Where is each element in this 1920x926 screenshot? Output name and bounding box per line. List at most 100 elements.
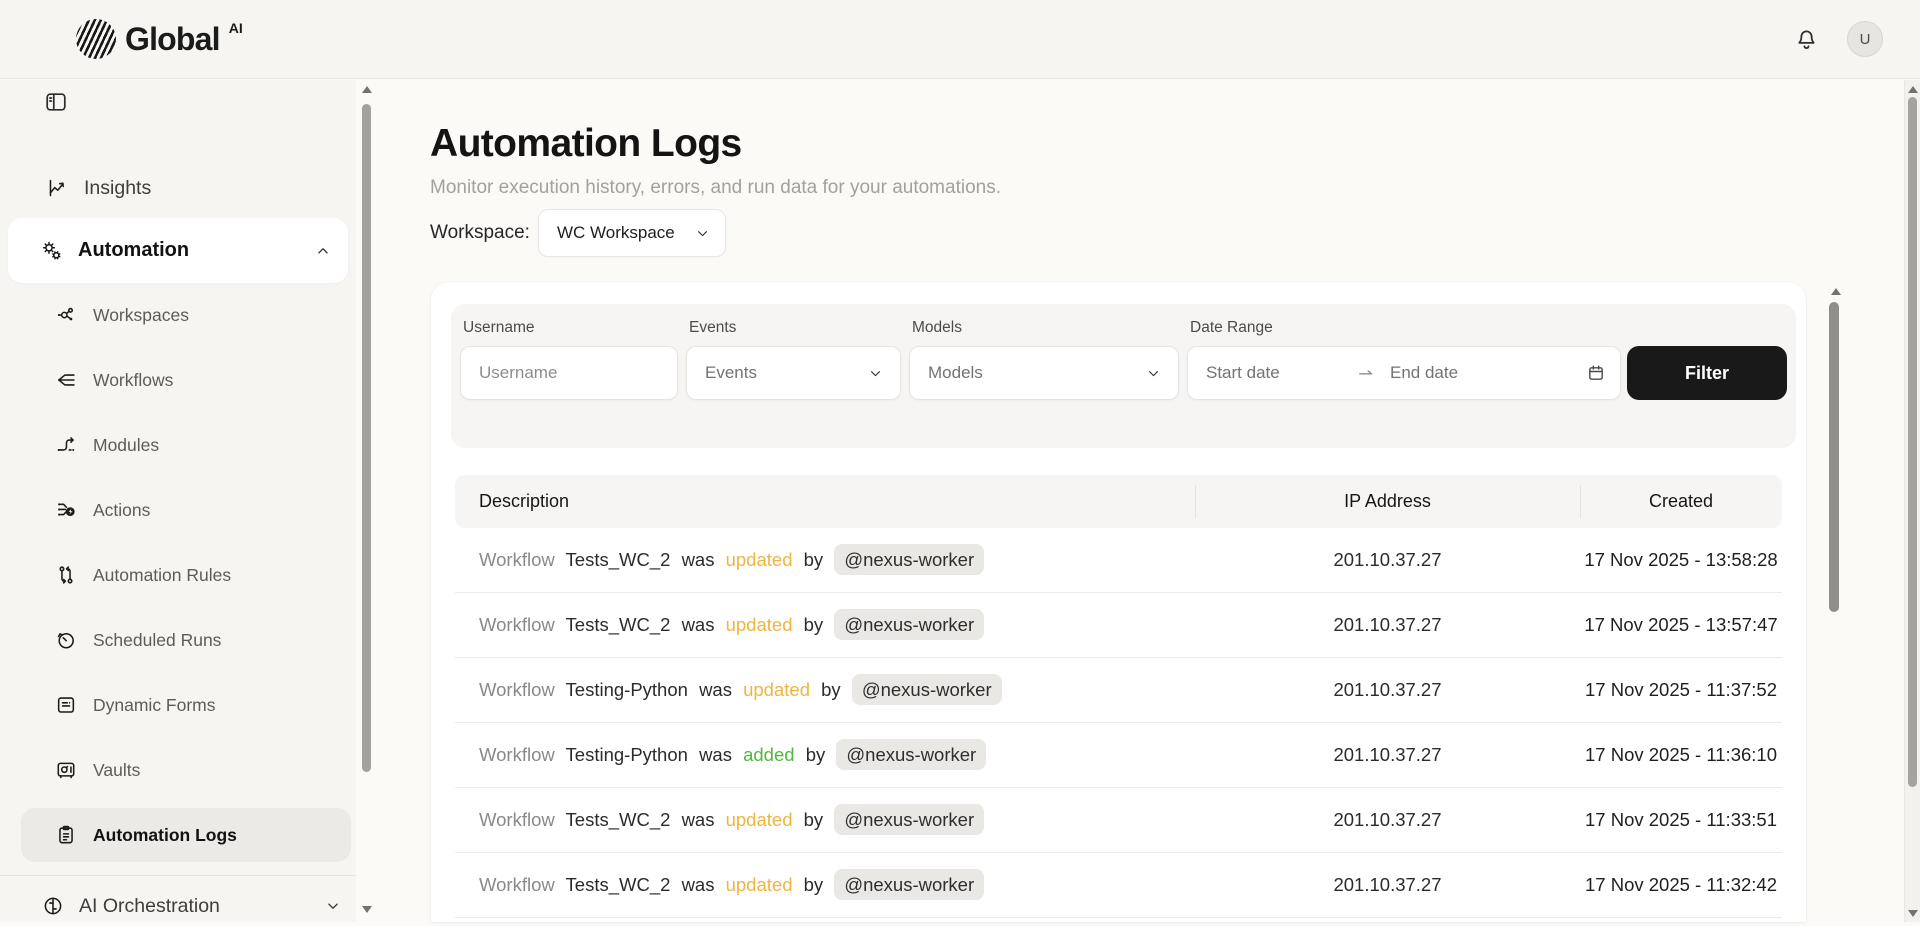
action-label: updated	[726, 809, 793, 830]
models-label: Models	[912, 319, 962, 337]
scroll-up-arrow-icon[interactable]	[362, 86, 372, 93]
log-description: Workflow Testing-Python was updated by @…	[455, 679, 1195, 701]
sidebar-item-label: Automation	[78, 239, 300, 262]
actor-badge: @nexus-worker	[834, 609, 984, 640]
log-description: Workflow Testing-Python was added by @ne…	[455, 744, 1195, 766]
table-row[interactable]: Workflow Tests_WC_2 was updated by @nexu…	[455, 593, 1782, 658]
models-select[interactable]: Models	[909, 346, 1179, 400]
logs-card: Username Events Models Date Range Events…	[431, 282, 1806, 922]
start-date-placeholder: Start date	[1206, 363, 1356, 383]
timer-icon	[55, 629, 77, 651]
actor-badge: @nexus-worker	[836, 739, 986, 770]
chevron-down-icon	[1145, 365, 1162, 382]
sidebar-item-workflows[interactable]: Workflows	[21, 353, 351, 407]
sidebar-item-insights[interactable]: Insights	[47, 172, 151, 204]
log-created: 17 Nov 2025 - 13:57:47	[1580, 614, 1782, 636]
avatar[interactable]: U	[1847, 21, 1883, 57]
page-scrollbar-thumb[interactable]	[1908, 97, 1917, 787]
events-label: Events	[689, 319, 736, 337]
sidebar-scrollbar-thumb[interactable]	[362, 104, 371, 772]
logs-icon	[55, 824, 77, 846]
actions-icon	[55, 499, 77, 521]
topbar: Global AI U	[0, 0, 1920, 79]
sidebar-item-actions[interactable]: Actions	[21, 483, 351, 537]
vault-icon	[55, 759, 77, 781]
workspace-select[interactable]: WC Workspace	[538, 209, 726, 257]
entity-type: Workflow	[479, 809, 555, 830]
entity-type: Workflow	[479, 744, 555, 765]
action-label: updated	[726, 549, 793, 570]
log-description: Workflow Tests_WC_2 was updated by @nexu…	[455, 809, 1195, 831]
gears-icon	[40, 239, 64, 263]
sidebar-scrollbar[interactable]	[360, 86, 374, 93]
events-select-value: Events	[705, 363, 757, 383]
sidebar-item-label: Insights	[84, 177, 151, 200]
column-header-description: Description	[455, 491, 1195, 512]
action-label: updated	[726, 614, 793, 635]
chevron-up-icon	[314, 242, 332, 260]
action-label: updated	[743, 679, 810, 700]
page-subtitle: Monitor execution history, errors, and r…	[430, 177, 1001, 199]
entity-type: Workflow	[479, 549, 555, 570]
bell-icon[interactable]	[1794, 27, 1819, 52]
form-icon	[55, 694, 77, 716]
sidebar-divider	[0, 875, 356, 876]
username-input[interactable]	[461, 363, 677, 383]
end-date-placeholder: End date	[1390, 363, 1586, 383]
page-scrollbar[interactable]	[1904, 80, 1920, 922]
sidebar-item-automation-rules[interactable]: Automation Rules	[21, 548, 351, 602]
log-created: 17 Nov 2025 - 11:32:42	[1580, 874, 1782, 896]
table-row[interactable]: Workflow Testing-Python was updated by @…	[455, 658, 1782, 723]
action-label: added	[743, 744, 794, 765]
scroll-up-arrow-icon[interactable]	[1908, 86, 1918, 93]
events-select[interactable]: Events	[686, 346, 901, 400]
sidebar-item-scheduled-runs[interactable]: Scheduled Runs	[21, 613, 351, 667]
action-label: updated	[726, 874, 793, 895]
sidebar-item-automation[interactable]: Automation	[8, 218, 348, 283]
filter-button[interactable]: Filter	[1627, 346, 1787, 400]
entity-name: Tests_WC_2	[566, 809, 671, 830]
chevron-down-icon	[694, 225, 711, 242]
page-title: Automation Logs	[430, 122, 742, 166]
entity-type: Workflow	[479, 679, 555, 700]
logs-table: Description IP Address Created Workflow …	[455, 475, 1782, 918]
sidebar-item-vaults[interactable]: Vaults	[21, 743, 351, 797]
log-ip-address: 201.10.37.27	[1195, 809, 1580, 831]
log-description: Workflow Tests_WC_2 was updated by @nexu…	[455, 614, 1195, 636]
table-row[interactable]: Workflow Tests_WC_2 was updated by @nexu…	[455, 528, 1782, 593]
sidebar-item-ai-orchestration[interactable]: AI Orchestration	[42, 886, 342, 926]
content-scrollbar-thumb[interactable]	[1829, 302, 1839, 612]
table-header: Description IP Address Created	[455, 475, 1782, 528]
scroll-up-arrow-icon[interactable]	[1831, 288, 1841, 295]
actor-badge: @nexus-worker	[834, 869, 984, 900]
entity-name: Tests_WC_2	[566, 549, 671, 570]
scroll-down-arrow-icon[interactable]	[1908, 910, 1918, 917]
actor-badge: @nexus-worker	[852, 674, 1002, 705]
filter-panel: Username Events Models Date Range Events…	[451, 304, 1796, 448]
date-range-picker[interactable]: Start date End date	[1187, 346, 1621, 400]
sidebar-item-dynamic-forms[interactable]: Dynamic Forms	[21, 678, 351, 732]
chart-line-icon	[47, 177, 69, 199]
logo-text: Global	[125, 19, 220, 59]
sidebar-item-workspaces[interactable]: Workspaces	[21, 288, 351, 342]
chevron-down-icon	[867, 365, 884, 382]
column-divider	[1195, 485, 1196, 518]
log-ip-address: 201.10.37.27	[1195, 679, 1580, 701]
sidebar-item-automation-logs[interactable]: Automation Logs	[21, 808, 351, 862]
table-row[interactable]: Workflow Tests_WC_2 was updated by @nexu…	[455, 788, 1782, 853]
log-ip-address: 201.10.37.27	[1195, 744, 1580, 766]
table-body: Workflow Tests_WC_2 was updated by @nexu…	[455, 528, 1782, 918]
panel-toggle-icon[interactable]	[44, 90, 68, 114]
workflows-icon	[55, 369, 77, 391]
automation-submenu: Workspaces Workflows Modules Actions Aut…	[21, 288, 351, 873]
table-row[interactable]: Workflow Testing-Python was added by @ne…	[455, 723, 1782, 788]
table-row[interactable]: Workflow Tests_WC_2 was updated by @nexu…	[455, 853, 1782, 918]
log-description: Workflow Tests_WC_2 was updated by @nexu…	[455, 549, 1195, 571]
log-created: 17 Nov 2025 - 13:58:28	[1580, 549, 1782, 571]
entity-type: Workflow	[479, 874, 555, 895]
scroll-down-arrow-icon[interactable]	[362, 906, 372, 913]
entity-name: Tests_WC_2	[566, 874, 671, 895]
log-description: Workflow Tests_WC_2 was updated by @nexu…	[455, 874, 1195, 896]
logo: Global AI	[76, 19, 243, 59]
sidebar-item-modules[interactable]: Modules	[21, 418, 351, 472]
